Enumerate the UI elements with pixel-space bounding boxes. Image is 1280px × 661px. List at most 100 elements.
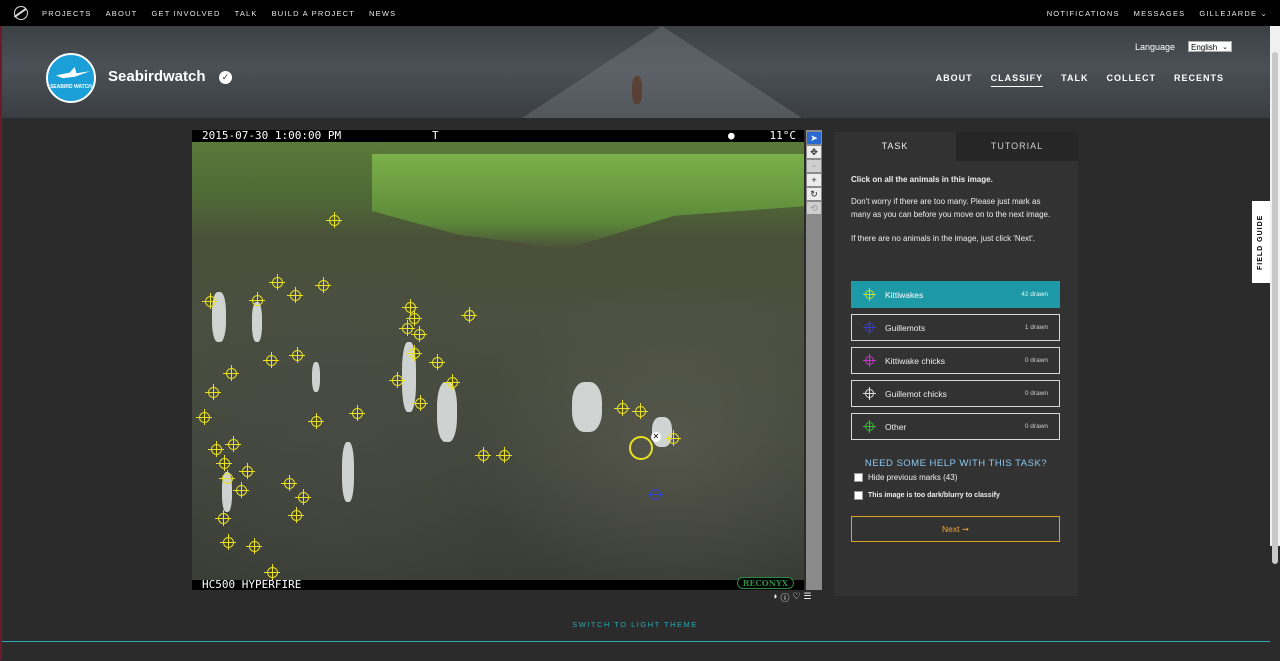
project-nav-collect[interactable]: COLLECT — [1106, 73, 1156, 87]
tool-label: Guillemot chicks — [885, 389, 947, 399]
pan-move-icon[interactable]: ✥ — [807, 146, 821, 158]
kittiwake-mark[interactable] — [496, 447, 512, 463]
language-value: English — [1191, 43, 1218, 52]
rotate-icon[interactable]: ↻ — [807, 188, 821, 200]
tool-guillemot-chicks[interactable]: Guillemot chicks 0 drawn — [851, 380, 1060, 407]
scrollbar-thumb[interactable] — [1272, 52, 1278, 564]
tool-label: Kittiwakes — [885, 290, 924, 300]
reset-view-icon[interactable]: ⟲ — [807, 202, 821, 214]
nav-build-project[interactable]: BUILD A PROJECT — [272, 9, 355, 18]
kittiwake-mark[interactable] — [411, 326, 427, 342]
messages-link[interactable]: MESSAGES — [1134, 9, 1186, 18]
kittiwake-mark[interactable] — [263, 352, 279, 368]
page-scrollbar[interactable] — [1270, 26, 1280, 564]
tool-count: 1 drawn — [1024, 324, 1048, 331]
invert-contrast-icon[interactable]: ◑ — [772, 591, 777, 604]
kittiwake-mark[interactable] — [223, 365, 239, 381]
kittiwake-mark[interactable] — [326, 212, 342, 228]
project-nav-classify[interactable]: CLASSIFY — [990, 73, 1044, 87]
kittiwake-mark[interactable] — [246, 538, 262, 554]
kittiwake-mark[interactable] — [315, 277, 331, 293]
kittiwake-mark[interactable] — [412, 395, 428, 411]
kittiwake-mark[interactable] — [614, 400, 630, 416]
kittiwake-mark[interactable] — [389, 372, 405, 388]
too-dark-checkbox[interactable]: This image is too dark/blurry to classif… — [854, 491, 1000, 500]
kittiwake-mark[interactable] — [461, 307, 477, 323]
tool-guillemots[interactable]: Guillemots 1 drawn — [851, 314, 1060, 341]
hide-marks-checkbox[interactable]: Hide previous marks (43) — [854, 473, 957, 482]
kittiwake-mark[interactable] — [269, 274, 285, 290]
tool-label: Guillemots — [885, 323, 926, 333]
nav-get-involved[interactable]: GET INVOLVED — [151, 9, 220, 18]
kittiwake-mark[interactable] — [281, 475, 297, 491]
subject-viewer[interactable]: ✕ 2015-07-30 1:00:00 PM T ● 11°C HC500 H… — [192, 130, 804, 590]
tool-kittiwakes[interactable]: Kittiwakes 42 drawn — [851, 281, 1060, 308]
kittiwake-mark[interactable] — [475, 447, 491, 463]
kittiwake-mark[interactable] — [289, 347, 305, 363]
guillemot-mark[interactable] — [647, 486, 663, 502]
annotate-pointer-icon[interactable]: ➤ — [807, 132, 821, 144]
delete-mark-icon[interactable]: ✕ — [651, 432, 661, 442]
nav-talk[interactable]: TALK — [235, 9, 258, 18]
next-button[interactable]: Next ➞ — [851, 516, 1060, 542]
kittiwake-mark[interactable] — [225, 436, 241, 452]
project-nav-talk[interactable]: TALK — [1061, 73, 1088, 87]
checkbox-box[interactable] — [854, 473, 863, 482]
subject-image[interactable] — [192, 142, 804, 580]
kittiwake-mark[interactable] — [205, 384, 221, 400]
kittiwake-mark[interactable] — [406, 345, 422, 361]
switch-theme-link[interactable]: SWITCH TO LIGHT THEME — [0, 620, 1270, 629]
kittiwake-mark[interactable] — [196, 409, 212, 425]
kittiwake-mark[interactable] — [216, 455, 232, 471]
nav-news[interactable]: NEWS — [369, 9, 396, 18]
notifications-link[interactable]: NOTIFICATIONS — [1047, 9, 1120, 18]
crosshair-icon — [863, 321, 876, 334]
zooniverse-logo-icon[interactable] — [14, 6, 28, 20]
kittiwake-mark[interactable] — [208, 441, 224, 457]
zoom-in-icon[interactable]: + — [807, 174, 821, 186]
project-nav-recents[interactable]: RECENTS — [1174, 73, 1224, 87]
user-menu[interactable]: GILLEJARDE ⌄ — [1199, 9, 1268, 18]
kittiwake-mark[interactable] — [429, 354, 445, 370]
collections-list-icon[interactable]: ☰ — [804, 591, 812, 604]
kittiwake-mark[interactable] — [287, 287, 303, 303]
project-title[interactable]: Seabirdwatch — [108, 68, 206, 85]
kittiwake-mark[interactable] — [202, 293, 218, 309]
tool-kittiwake-chicks[interactable]: Kittiwake chicks 0 drawn — [851, 347, 1060, 374]
task-help-link[interactable]: NEED SOME HELP WITH THIS TASK? — [834, 458, 1078, 469]
kittiwake-mark[interactable] — [215, 510, 231, 526]
kittiwake-mark[interactable] — [295, 489, 311, 505]
kittiwake-mark[interactable] — [308, 413, 324, 429]
tool-label: Kittiwake chicks — [885, 356, 945, 366]
tab-tutorial[interactable]: TUTORIAL — [956, 132, 1078, 161]
kittiwake-mark[interactable] — [406, 310, 422, 326]
kittiwake-mark[interactable] — [219, 470, 235, 486]
kittiwake-mark[interactable] — [665, 430, 681, 446]
tab-task[interactable]: TASK — [834, 132, 956, 161]
nav-projects[interactable]: PROJECTS — [42, 9, 92, 18]
selected-kittiwake-mark[interactable] — [629, 436, 653, 460]
kittiwake-mark[interactable] — [632, 403, 648, 419]
info-icon[interactable]: ⓘ — [780, 591, 789, 604]
field-guide-tab[interactable]: FIELD GUIDE — [1252, 201, 1270, 283]
kittiwake-mark[interactable] — [349, 405, 365, 421]
kittiwake-mark[interactable] — [249, 292, 265, 308]
zoom-out-icon[interactable]: − — [807, 160, 821, 172]
language-select[interactable]: English ⌄ — [1188, 41, 1232, 52]
username: GILLEJARDE — [1199, 8, 1258, 18]
kittiwake-mark[interactable] — [399, 320, 415, 336]
kittiwake-mark[interactable] — [264, 564, 280, 580]
kittiwake-mark[interactable] — [233, 482, 249, 498]
kittiwake-mark[interactable] — [288, 507, 304, 523]
kittiwake-mark[interactable] — [220, 534, 236, 550]
project-nav-about[interactable]: ABOUT — [936, 73, 973, 87]
favorite-heart-icon[interactable]: ♡ — [792, 591, 800, 604]
checkbox-box[interactable] — [854, 491, 863, 500]
kittiwake-mark[interactable] — [444, 374, 460, 390]
tool-other[interactable]: Other 0 drawn — [851, 413, 1060, 440]
project-avatar[interactable]: SEABIRD WATCH — [46, 53, 96, 103]
nav-about[interactable]: ABOUT — [106, 9, 138, 18]
kittiwake-mark[interactable] — [239, 463, 255, 479]
image-grass-area — [372, 154, 804, 249]
image-channel: T — [432, 130, 439, 142]
